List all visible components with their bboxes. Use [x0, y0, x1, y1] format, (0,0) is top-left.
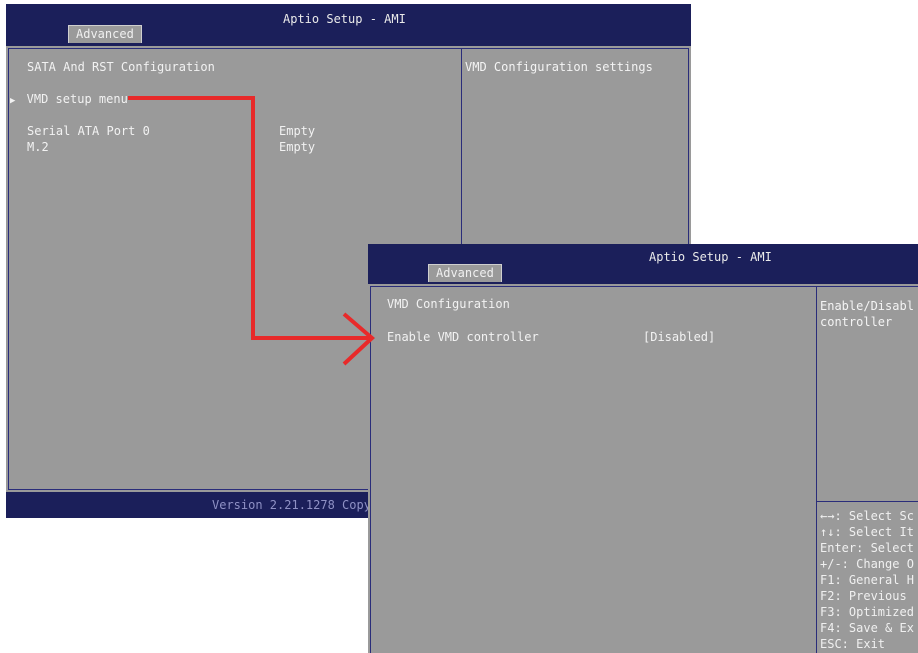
help-text: VMD Configuration settings — [465, 60, 653, 74]
key-hint-select-item: ↑↓: Select It — [820, 525, 914, 539]
arrow-head-icon — [342, 312, 376, 366]
key-hint-f1: F1: General H — [820, 573, 914, 587]
row-serial-ata-port-0-value: Empty — [279, 124, 316, 138]
submenu-arrow-icon: ▶ — [10, 96, 16, 106]
tab-advanced[interactable]: Advanced — [68, 25, 142, 43]
option-enable-vmd-label[interactable]: Enable VMD controller — [387, 330, 539, 344]
title-bar: Aptio Setup - AMI Advanced — [368, 244, 918, 284]
option-enable-vmd-value[interactable]: [Disabled] — [643, 330, 715, 344]
bios-window-vmd: Aptio Setup - AMI Advanced VMD Configura… — [368, 244, 918, 653]
row-serial-ata-port-0-label: Serial ATA Port 0 — [27, 124, 150, 138]
menu-item-label: VMD setup menu — [26, 92, 128, 106]
key-hint-change: +/-: Change O — [820, 557, 914, 571]
window-title: Aptio Setup - AMI — [649, 250, 772, 264]
help-line-2: controller — [820, 315, 893, 329]
window-title: Aptio Setup - AMI — [283, 12, 406, 26]
key-hint-f2: F2: Previous — [820, 589, 907, 603]
key-hint-select-screen: ←→: Select Sc — [820, 509, 914, 523]
arrow-segment-horizontal-top — [128, 96, 255, 100]
row-m2-value: Empty — [279, 140, 316, 154]
version-text: Version 2.21.1278 Copyr — [212, 498, 379, 512]
title-bar: Aptio Setup - AMI Advanced — [6, 4, 691, 46]
arrow-segment-vertical — [251, 96, 255, 340]
row-m2-label: M.2 — [27, 140, 49, 154]
help-divider — [816, 287, 817, 653]
key-hint-enter: Enter: Select — [820, 541, 914, 555]
menu-item-vmd-setup[interactable]: ▶ VMD setup menu — [10, 92, 128, 106]
key-hint-f4: F4: Save & Ex — [820, 621, 914, 635]
key-hint-esc: ESC: Exit — [820, 637, 886, 651]
key-hint-f3: F3: Optimized — [820, 605, 914, 619]
help-line-1: Enable/Disabl — [820, 299, 914, 313]
help-separator — [817, 501, 918, 502]
section-title: SATA And RST Configuration — [27, 60, 215, 74]
section-title: VMD Configuration — [387, 297, 510, 311]
tab-advanced[interactable]: Advanced — [428, 264, 502, 282]
